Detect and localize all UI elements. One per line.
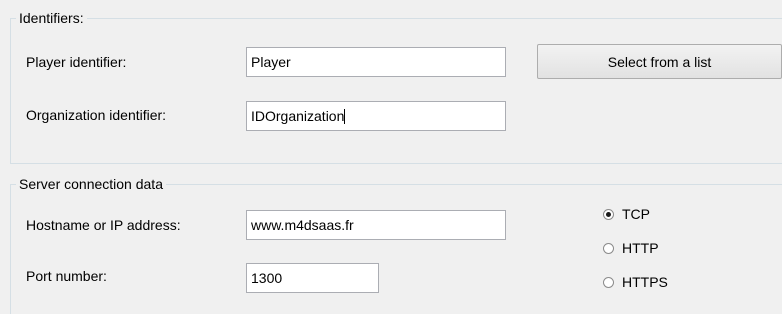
port-number-label: Port number: xyxy=(26,268,107,284)
radio-http[interactable]: HTTP xyxy=(603,240,659,256)
radio-selected-dot xyxy=(606,211,611,217)
radio-tcp-label: TCP xyxy=(622,206,650,222)
organization-identifier-value: IDOrganization xyxy=(251,108,345,124)
identifiers-legend: Identifiers: xyxy=(16,10,87,26)
server-connection-legend: Server connection data xyxy=(16,176,166,192)
server-connection-group xyxy=(10,184,782,314)
radio-https[interactable]: HTTPS xyxy=(603,274,668,290)
player-identifier-value: Player xyxy=(251,54,291,70)
player-identifier-input[interactable]: Player xyxy=(246,47,506,77)
radio-https-label: HTTPS xyxy=(622,274,668,290)
identifiers-group xyxy=(10,18,782,164)
player-identifier-label: Player identifier: xyxy=(26,54,127,70)
radio-tcp-circle xyxy=(603,208,614,220)
organization-identifier-label: Organization identifier: xyxy=(26,107,167,123)
radio-tcp[interactable]: TCP xyxy=(603,206,650,222)
text-caret xyxy=(344,109,346,124)
select-from-list-label: Select from a list xyxy=(607,53,712,70)
hostname-label: Hostname or IP address: xyxy=(26,217,181,233)
hostname-input[interactable]: www.m4dsaas.fr xyxy=(246,210,506,240)
port-number-value: 1300 xyxy=(251,270,283,286)
port-number-input[interactable]: 1300 xyxy=(246,263,379,293)
radio-https-circle xyxy=(603,276,614,288)
radio-http-label: HTTP xyxy=(622,240,659,256)
radio-http-circle xyxy=(603,242,614,254)
select-from-list-button[interactable]: Select from a list xyxy=(537,44,782,79)
organization-identifier-input[interactable]: IDOrganization xyxy=(246,101,506,131)
hostname-value: www.m4dsaas.fr xyxy=(251,217,354,233)
